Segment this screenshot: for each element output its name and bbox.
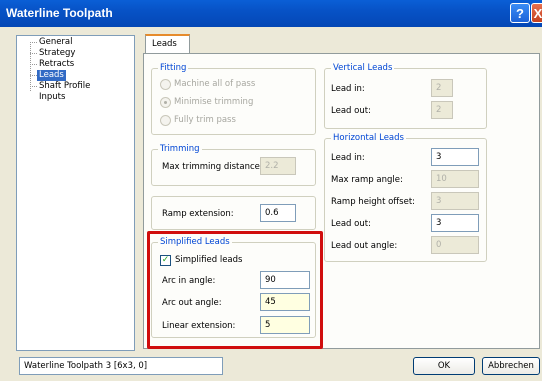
- ramp-height-offset-input[interactable]: 3: [431, 192, 479, 210]
- ok-button[interactable]: OK: [413, 357, 475, 375]
- lead-out-angle-input[interactable]: 0: [431, 236, 479, 254]
- trimming-group: Trimming Max trimming distance: 2.2: [151, 144, 316, 186]
- max-trimming-label: Max trimming distance:: [162, 162, 263, 172]
- tree-item-general[interactable]: General: [37, 37, 75, 48]
- horizontal-lead-out-label: Lead out:: [331, 219, 371, 229]
- horizontal-leads-group: Horizontal Leads Lead in: 3 Max ramp ang…: [324, 133, 487, 262]
- radio-minimise-trimming-label: Minimise trimming: [174, 97, 254, 107]
- horizontal-lead-out-input[interactable]: 3: [431, 214, 479, 232]
- radio-minimise-trimming[interactable]: [160, 97, 171, 108]
- title-bar[interactable]: Waterline Toolpath ? X: [0, 0, 542, 27]
- tree-item-retracts[interactable]: Retracts: [37, 59, 76, 70]
- lead-out-angle-label: Lead out angle:: [331, 241, 398, 251]
- dialog-window: Waterline Toolpath ? X General Strategy …: [0, 0, 542, 381]
- tree-connector: [30, 53, 37, 54]
- help-button[interactable]: ?: [510, 3, 530, 23]
- ramp-extension-group: Ramp extension: 0.6: [151, 196, 316, 230]
- horizontal-lead-in-input[interactable]: 3: [431, 148, 479, 166]
- tab-leads[interactable]: Leads: [145, 34, 190, 54]
- tree-connector: [30, 64, 37, 65]
- max-ramp-angle-label: Max ramp angle:: [331, 175, 403, 185]
- vertical-lead-out-input[interactable]: 2: [431, 101, 453, 119]
- tree-item-strategy[interactable]: Strategy: [37, 48, 77, 59]
- close-button[interactable]: X: [531, 3, 542, 23]
- close-icon: X: [533, 6, 542, 21]
- fitting-group-title: Fitting: [158, 63, 189, 73]
- radio-fully-trim[interactable]: [160, 115, 171, 126]
- tree-connector: [30, 42, 37, 43]
- trimming-group-title: Trimming: [158, 144, 202, 154]
- tree-connector: [30, 86, 37, 87]
- tree-connector-line: [30, 42, 31, 91]
- max-ramp-angle-input[interactable]: 10: [431, 170, 479, 188]
- help-icon: ?: [516, 6, 524, 21]
- vertical-lead-in-input[interactable]: 2: [431, 79, 453, 97]
- horizontal-lead-in-label: Lead in:: [331, 153, 365, 163]
- toolpath-name-field[interactable]: Waterline Toolpath 3 [6x3, 0]: [19, 357, 223, 375]
- tree-item-inputs[interactable]: Inputs: [37, 92, 67, 103]
- navigation-tree: General Strategy Retracts Leads Shaft Pr…: [16, 35, 135, 351]
- fitting-group: Fitting Machine all of pass Minimise tri…: [151, 63, 316, 135]
- vertical-lead-out-label: Lead out:: [331, 106, 371, 116]
- simplified-leads-highlight-box: [147, 231, 323, 349]
- tree-item-shaft-profile[interactable]: Shaft Profile: [37, 81, 92, 92]
- ramp-extension-input[interactable]: 0.6: [260, 204, 296, 222]
- horizontal-leads-title: Horizontal Leads: [331, 133, 406, 143]
- tree-item-leads[interactable]: Leads: [37, 70, 66, 81]
- window-title: Waterline Toolpath: [6, 6, 113, 20]
- radio-machine-all[interactable]: [160, 79, 171, 90]
- ramp-extension-label: Ramp extension:: [162, 209, 234, 219]
- vertical-leads-group: Vertical Leads Lead in: 2 Lead out: 2: [324, 63, 487, 129]
- vertical-leads-title: Vertical Leads: [331, 63, 395, 73]
- max-trimming-input[interactable]: 2.2: [260, 157, 296, 175]
- tree-connector: [30, 75, 37, 76]
- radio-machine-all-label: Machine all of pass: [174, 79, 256, 89]
- radio-fully-trim-label: Fully trim pass: [174, 115, 236, 125]
- ramp-height-offset-label: Ramp height offset:: [331, 197, 416, 207]
- vertical-lead-in-label: Lead in:: [331, 84, 365, 94]
- cancel-button[interactable]: Abbrechen: [482, 357, 540, 375]
